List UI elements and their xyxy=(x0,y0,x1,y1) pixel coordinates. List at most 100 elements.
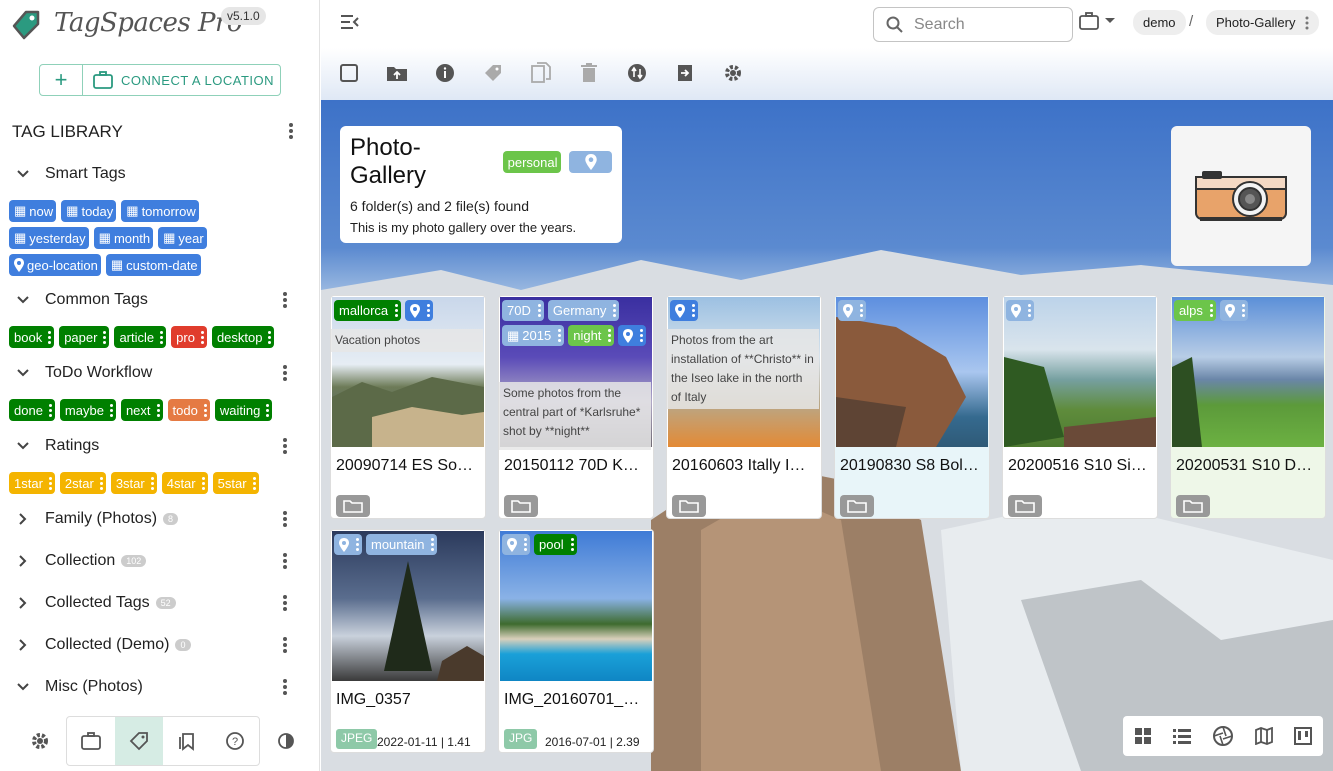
tag-night[interactable]: night xyxy=(568,325,615,346)
tag-menu-icon[interactable] xyxy=(150,476,154,490)
geo-tag[interactable] xyxy=(618,325,647,346)
tag-menu-icon[interactable] xyxy=(266,403,270,417)
add-icon[interactable]: + xyxy=(40,65,83,95)
chevron-down-icon[interactable] xyxy=(0,296,45,304)
settings-button[interactable] xyxy=(720,60,746,86)
group-collected-tags[interactable]: Collected Tags 52 xyxy=(0,588,310,618)
help-button[interactable]: ? xyxy=(211,717,259,765)
group-misc-photos[interactable]: Misc (Photos) xyxy=(0,672,310,702)
geo-tag[interactable] xyxy=(1219,300,1248,321)
map-view-button[interactable] xyxy=(1254,727,1273,745)
tag-pool[interactable]: pool xyxy=(534,534,577,555)
geo-tag[interactable] xyxy=(502,534,530,555)
more-vert-icon[interactable] xyxy=(1305,16,1309,30)
tag-2star[interactable]: 2star xyxy=(59,472,106,494)
tag-article[interactable]: article xyxy=(114,326,167,348)
tag-menu-icon[interactable] xyxy=(640,329,644,342)
tag-menu-icon[interactable] xyxy=(156,403,160,417)
tag-menu-icon[interactable] xyxy=(427,304,431,317)
location-switcher[interactable] xyxy=(1079,12,1115,30)
geo-tag[interactable] xyxy=(405,300,434,321)
entry-folder-card[interactable]: 20190830 S8 Bol… xyxy=(834,295,990,519)
tag-menu-icon[interactable] xyxy=(395,304,399,317)
tag-alps[interactable]: alps xyxy=(1174,300,1216,321)
tag-menu-icon[interactable] xyxy=(99,476,103,490)
geo-tag[interactable] xyxy=(334,534,362,555)
search-box[interactable]: Search xyxy=(873,7,1073,42)
tag-menu-icon[interactable] xyxy=(203,403,207,417)
group-menu-icon[interactable] xyxy=(282,594,288,612)
tag-library-button[interactable] xyxy=(115,717,163,765)
tag-pro[interactable]: pro xyxy=(171,326,207,348)
tag-menu-icon[interactable] xyxy=(48,476,52,490)
tag-desktop[interactable]: desktop xyxy=(211,326,275,348)
entry-file-card[interactable]: pool IMG_20160701_… JPG 2016-07-01 | 2.3… xyxy=(498,529,654,753)
chevron-down-icon[interactable] xyxy=(0,442,45,450)
tag-mountain[interactable]: mountain xyxy=(366,534,438,555)
chevron-down-icon[interactable] xyxy=(0,170,45,178)
tag-geo-location[interactable]: geo-location xyxy=(9,254,101,276)
kanban-view-button[interactable] xyxy=(1294,727,1313,745)
tag-menu-icon[interactable] xyxy=(48,403,52,417)
group-collected-demo[interactable]: Collected (Demo) 0 xyxy=(0,630,310,660)
delete-button[interactable] xyxy=(576,60,602,86)
tag-menu-icon[interactable] xyxy=(109,403,113,417)
geo-tag[interactable] xyxy=(838,300,866,321)
entry-folder-card[interactable]: Photos from the art installation of **Ch… xyxy=(666,295,822,519)
breadcrumb-demo[interactable]: demo xyxy=(1133,10,1186,35)
entry-folder-card[interactable]: alps 20200531 S10 D… xyxy=(1170,295,1326,519)
geo-tag[interactable] xyxy=(568,151,612,173)
tag-now[interactable]: ▦ now xyxy=(9,200,57,222)
tag-menu-icon[interactable] xyxy=(431,538,435,551)
tag-mallorca[interactable]: mallorca xyxy=(334,300,402,321)
locations-button[interactable] xyxy=(67,717,115,765)
chevron-right-icon[interactable] xyxy=(0,639,45,651)
group-menu-icon[interactable] xyxy=(282,291,288,309)
connect-location-button[interactable]: + CONNECT A LOCATION xyxy=(39,64,281,96)
tag-paper[interactable]: paper xyxy=(59,326,110,348)
tag-today[interactable]: ▦ today xyxy=(61,200,117,222)
info-button[interactable] xyxy=(432,60,458,86)
entry-folder-card[interactable]: 70D Germany ▦ 2015 night Some photos from… xyxy=(498,295,654,519)
tag-menu-icon[interactable] xyxy=(1028,304,1031,317)
theme-toggle-button[interactable] xyxy=(262,717,310,765)
tag-menu-icon[interactable] xyxy=(200,330,204,344)
breadcrumb-photo-gallery[interactable]: Photo-Gallery xyxy=(1206,10,1320,35)
tag-menu-icon[interactable] xyxy=(1209,304,1213,317)
group-smart-tags[interactable]: Smart Tags xyxy=(0,159,310,189)
geo-tag[interactable] xyxy=(1006,300,1034,321)
entry-file-card[interactable]: mountain IMG_0357 JPEG 2022-01-11 | 1.41 xyxy=(330,529,486,753)
tag-menu-icon[interactable] xyxy=(608,329,612,342)
folder-thumbnail[interactable] xyxy=(1171,126,1311,266)
tag-menu-icon[interactable] xyxy=(48,330,52,344)
group-todo-workflow[interactable]: ToDo Workflow xyxy=(0,358,310,388)
tag-menu-icon[interactable] xyxy=(570,538,574,551)
tag-next[interactable]: next xyxy=(120,399,163,421)
select-all-button[interactable] xyxy=(336,60,362,86)
move-button[interactable] xyxy=(672,60,698,86)
tag-5star[interactable]: 5star xyxy=(212,472,259,494)
group-family-photos[interactable]: Family (Photos) 8 xyxy=(0,504,310,534)
grid-view-button[interactable] xyxy=(1134,727,1152,745)
entry-folder-card[interactable]: 20200516 S10 Si… xyxy=(1002,295,1158,519)
tag-custom-date[interactable]: ▦ custom-date xyxy=(105,254,201,276)
group-ratings[interactable]: Ratings xyxy=(0,431,310,461)
chevron-down-icon[interactable] xyxy=(0,683,45,691)
bookmarks-button[interactable] xyxy=(163,717,211,765)
tag-book[interactable]: book xyxy=(9,326,55,348)
group-collection[interactable]: Collection 102 xyxy=(0,546,310,576)
tag-menu-icon[interactable] xyxy=(537,304,541,317)
copy-button[interactable] xyxy=(528,60,554,86)
group-common-tags[interactable]: Common Tags xyxy=(0,285,310,315)
tag-menu-icon[interactable] xyxy=(613,304,617,317)
tag-yesterday[interactable]: ▦ yesterday xyxy=(9,227,89,249)
group-menu-icon[interactable] xyxy=(282,552,288,570)
search-input[interactable]: Search xyxy=(914,16,965,34)
tag-year[interactable]: ▦ year xyxy=(158,227,207,249)
tag-70d[interactable]: 70D xyxy=(502,300,544,321)
tag-menu-icon[interactable] xyxy=(356,538,359,551)
entry-folder-card[interactable]: mallorca Vacation photos 20090714 ES So… xyxy=(330,295,486,519)
tag-done[interactable]: done xyxy=(9,399,55,421)
tag-menu-icon[interactable] xyxy=(524,538,527,551)
group-menu-icon[interactable] xyxy=(282,636,288,654)
